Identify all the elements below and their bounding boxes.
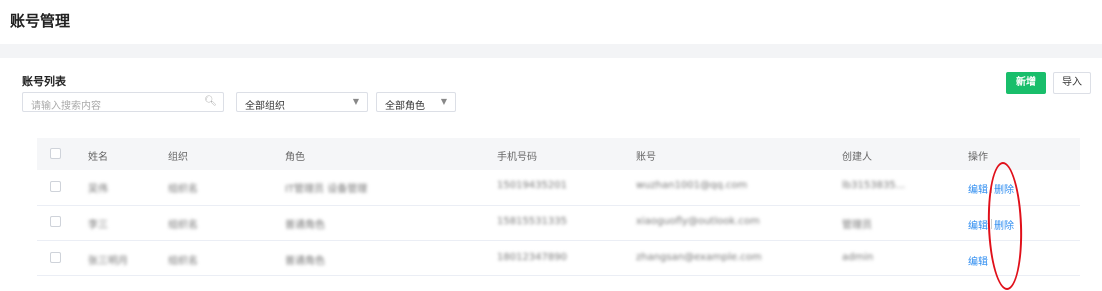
role-filter-select[interactable]: 全部角色 ▼ (376, 92, 456, 112)
cell-account: zhangsan@example.com (636, 252, 762, 263)
cell-account: xiaoguofly@outlook.com (636, 216, 760, 227)
table-header (37, 138, 1080, 170)
page-title: 账号管理 (10, 12, 71, 30)
column-header-creator: 创建人 (842, 152, 872, 163)
column-header-name: 姓名 (88, 152, 108, 163)
row-checkbox[interactable] (50, 216, 61, 227)
row-divider (37, 275, 1080, 276)
org-filter-select[interactable]: 全部组织 ▼ (236, 92, 368, 112)
search-icon[interactable]: 🔍︎ (204, 96, 217, 107)
cell-role: IT管理员 设备管理 (285, 184, 368, 195)
column-header-org: 组织 (168, 152, 188, 163)
role-filter-value: 全部角色 (385, 101, 425, 112)
cell-creator: admin (842, 252, 874, 263)
column-header-account: 账号 (636, 152, 656, 163)
chevron-down-icon: ▼ (352, 97, 359, 106)
cell-phone: 15019435201 (497, 180, 567, 191)
chevron-down-icon: ▼ (440, 97, 447, 106)
edit-link[interactable]: 编辑 (968, 217, 988, 232)
cell-org: 组织名 (168, 220, 198, 231)
cell-phone: 15815531335 (497, 216, 567, 227)
cell-org: 组织名 (168, 256, 198, 267)
cell-phone: 18012347890 (497, 252, 567, 263)
import-button[interactable]: 导入 (1053, 72, 1091, 94)
section-title: 账号列表 (22, 75, 66, 88)
cell-role: 普通角色 (285, 220, 325, 231)
row-checkbox[interactable] (50, 181, 61, 192)
edit-link[interactable]: 编辑 (968, 253, 988, 268)
row-divider (37, 240, 1080, 241)
org-filter-value: 全部组织 (245, 101, 285, 112)
cell-creator: 管理员 (842, 220, 872, 231)
cell-creator: lb3153835... (842, 180, 906, 191)
column-header-actions: 操作 (968, 152, 988, 163)
cell-name: 吴伟 (88, 184, 108, 195)
row-divider (37, 205, 1080, 206)
cell-role: 普通角色 (285, 256, 325, 267)
select-all-checkbox[interactable] (50, 148, 61, 159)
cell-account: wuzhan1001@qq.com (636, 180, 748, 191)
row-checkbox[interactable] (50, 252, 61, 263)
edit-link[interactable]: 编辑 (968, 181, 988, 196)
cell-name: 李三 (88, 220, 108, 231)
cell-org: 组织名 (168, 184, 198, 195)
search-placeholder: 请输入搜索内容 (31, 101, 101, 112)
search-input[interactable]: 请输入搜索内容 🔍︎ (22, 92, 224, 112)
column-header-phone: 手机号码 (497, 152, 537, 163)
add-account-button[interactable]: 新增 (1006, 72, 1046, 94)
header-divider-band (0, 44, 1102, 58)
column-header-role: 角色 (285, 152, 305, 163)
cell-name: 张三明月 (88, 256, 128, 267)
